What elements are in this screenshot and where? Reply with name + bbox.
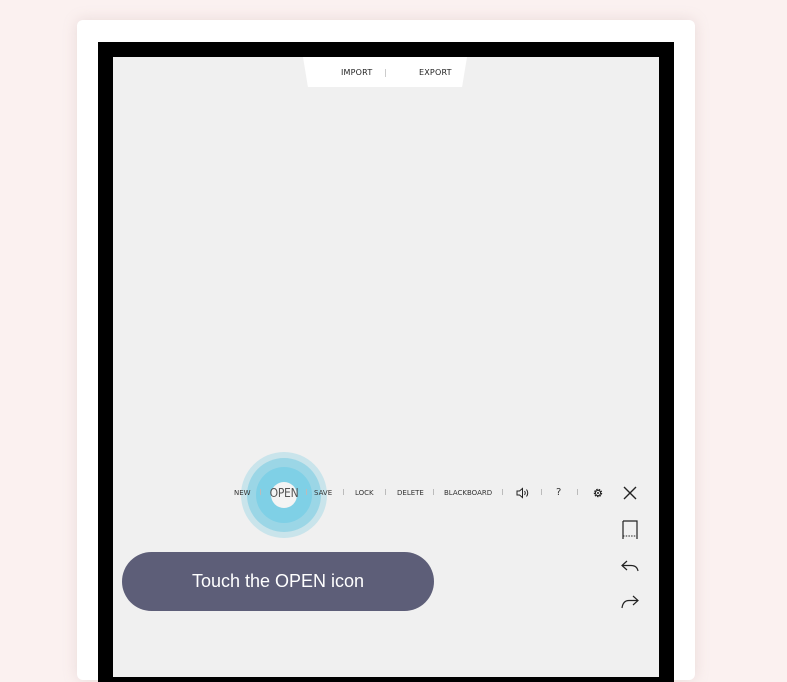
save-button[interactable]: SAVE	[314, 489, 332, 497]
app-screen: IMPORT EXPORT NEW SAVE LOCK DELETE BLACK…	[113, 57, 659, 677]
help-button[interactable]: ?	[556, 487, 561, 498]
lock-button[interactable]: LOCK	[355, 489, 374, 497]
toolbar-divider	[577, 489, 578, 495]
toolbar-divider	[260, 489, 261, 495]
gear-icon[interactable]	[591, 485, 605, 501]
toolbar-divider	[343, 489, 344, 495]
undo-icon[interactable]	[619, 557, 641, 575]
export-button[interactable]: EXPORT	[419, 68, 452, 77]
top-menu-divider	[385, 69, 386, 77]
toolbar-divider	[502, 489, 503, 495]
toolbar-divider	[385, 489, 386, 495]
instruction-tooltip: Touch the OPEN icon	[122, 552, 434, 611]
close-icon[interactable]	[620, 484, 640, 502]
redo-icon[interactable]	[619, 593, 641, 611]
new-button[interactable]: NEW	[234, 489, 251, 497]
open-button[interactable]: OPEN	[266, 486, 302, 500]
bookmark-icon[interactable]	[620, 519, 640, 541]
delete-button[interactable]: DELETE	[397, 489, 424, 497]
top-menu-tab: IMPORT EXPORT	[303, 57, 467, 87]
blackboard-button[interactable]: BLACKBOARD	[444, 489, 492, 497]
bottom-toolbar: NEW SAVE LOCK DELETE BLACKBOARD ?	[113, 484, 659, 502]
instruction-text: Touch the OPEN icon	[191, 571, 365, 591]
import-button[interactable]: IMPORT	[341, 68, 372, 77]
toolbar-divider	[306, 489, 307, 495]
speaker-icon[interactable]	[515, 486, 531, 500]
toolbar-divider	[541, 489, 542, 495]
toolbar-divider	[433, 489, 434, 495]
